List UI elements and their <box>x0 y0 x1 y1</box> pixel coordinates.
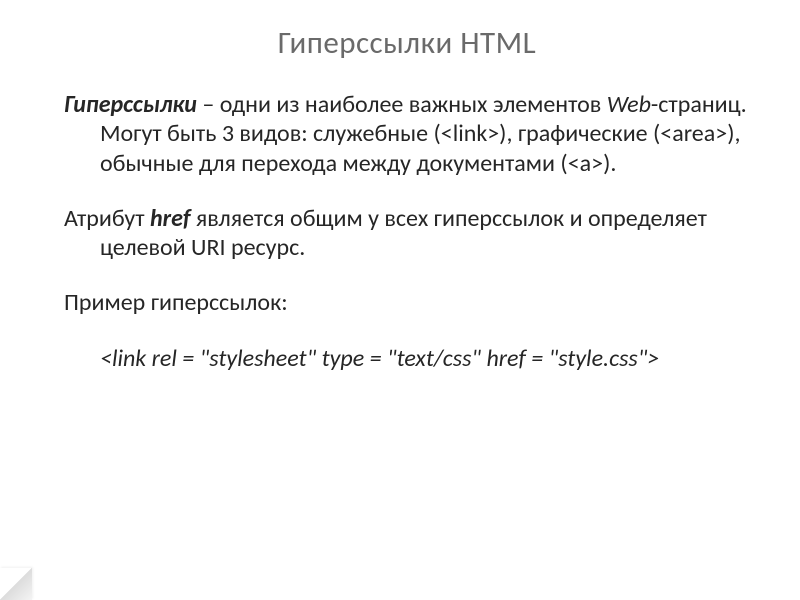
slide: Гиперссылки HTML Гиперссылки – одни из н… <box>0 0 800 600</box>
slide-body: Гиперссылки – одни из наиболее важных эл… <box>64 90 750 373</box>
paragraph-example-label: Пример гиперссылок: <box>64 288 750 317</box>
text-segment: является общим у всех гиперссылок и опре… <box>100 204 707 262</box>
page-curl-icon <box>0 568 32 600</box>
code-example-link: <link rel = "stylesheet" type = "text/cs… <box>64 344 750 373</box>
text-web: Web <box>607 90 651 119</box>
slide-title: Гиперссылки HTML <box>64 24 750 62</box>
term-hyperlinks: Гиперссылки <box>64 90 197 119</box>
text-segment: Атрибут <box>64 204 150 233</box>
text-segment: – одни из наиболее важных элементов <box>197 90 607 119</box>
paragraph-definition: Гиперссылки – одни из наиболее важных эл… <box>64 90 750 178</box>
paragraph-attribute: Атрибут href является общим у всех гипер… <box>64 204 750 263</box>
attr-href: href <box>150 204 190 233</box>
